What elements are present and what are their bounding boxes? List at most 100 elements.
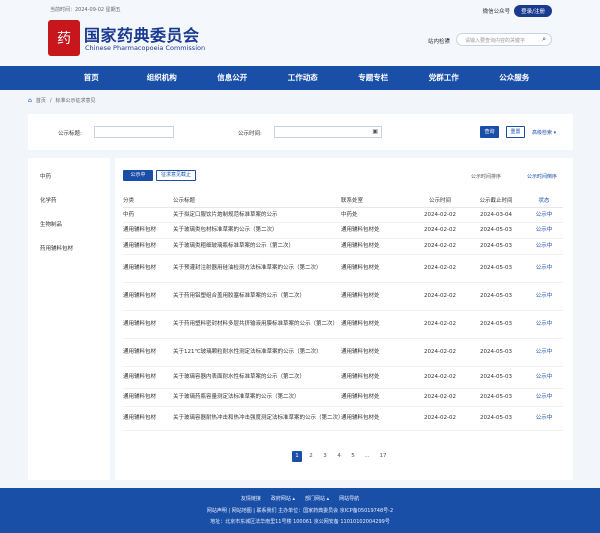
row-title[interactable]: 关于药用铝塑组合盖用胶塞标准草案的公示（第二次） xyxy=(173,282,341,311)
row-status[interactable]: 公示中 xyxy=(525,338,563,367)
column-header-deadline[interactable]: 公示截止时间 xyxy=(467,193,525,208)
nav-work-news[interactable]: 工作动态 xyxy=(268,66,339,90)
page-3[interactable]: 3 xyxy=(320,451,330,462)
page-5[interactable]: 5 xyxy=(348,451,358,462)
calendar-icon[interactable]: ▣ xyxy=(372,128,378,135)
column-header-title[interactable]: 公示标题 xyxy=(173,193,341,208)
nav-special-topics[interactable]: 专题专栏 xyxy=(338,66,409,90)
sidebar-item-biologics[interactable]: 生物制品 xyxy=(40,220,62,228)
site-search-input[interactable]: 请输入要查询内容的关键字 ⌕ xyxy=(456,33,552,46)
row-title[interactable]: 关于121℃玻璃颗粒耐水性测定法标准草案的公示（第二次） xyxy=(173,338,341,367)
wechat-public-account-link[interactable]: 微信公众号 xyxy=(483,7,511,15)
row-status[interactable]: 公示中 xyxy=(525,238,563,255)
row-title[interactable]: 关于玻璃类包材标准草案的公示（第二次） xyxy=(173,222,341,239)
query-button[interactable]: 查询 xyxy=(480,126,499,138)
sidebar-item-chemical[interactable]: 化学药 xyxy=(40,196,57,204)
table-row[interactable]: 中药 关于拟定口服饮片炮制规范标准草案的公示 中药处 2024-02-02 2024-0… xyxy=(123,207,563,223)
row-publish-date: 2024-02-02 xyxy=(413,282,467,311)
sort-by-deadline[interactable]: 公示时间倒序 xyxy=(527,173,557,180)
reset-button[interactable]: 重置 xyxy=(506,126,525,138)
row-title[interactable]: 关于拟定口服饮片炮制规范标准草案的公示 xyxy=(173,207,341,223)
time-filter-input[interactable]: ▣ xyxy=(274,126,382,138)
row-publish-date: 2024-02-02 xyxy=(413,222,467,239)
tab-in-publicity[interactable]: 公示中 xyxy=(123,170,153,181)
row-title[interactable]: 关于玻璃容器内表面耐水性标准草案的公示（第二次） xyxy=(173,366,341,389)
row-publish-date: 2024-02-02 xyxy=(413,366,467,389)
row-office: 中药处 xyxy=(341,207,413,223)
row-publish-date: 2024-02-02 xyxy=(413,388,467,407)
sort-by-time[interactable]: 公示时间排序 xyxy=(471,173,501,180)
row-publish-date: 2024-02-02 xyxy=(413,207,467,223)
footer-info-line: 网站声明 | 网站地图 | 联系我们 主办单位：国家药典委员会 京ICP备050… xyxy=(206,508,394,514)
title-filter-label: 公示标题: xyxy=(58,131,82,137)
row-category: 通用辅料包材 xyxy=(123,388,173,407)
row-category: 通用辅料包材 xyxy=(123,238,173,255)
table-row[interactable]: 通用辅料包材 关于药用铝塑组合盖用胶塞标准草案的公示（第二次） 通用辅料包材处 202… xyxy=(123,282,563,311)
breadcrumb-home[interactable]: 首页 xyxy=(36,97,46,104)
table-row[interactable]: 通用辅料包材 关于玻璃容器耐热冲击和热冲击强度测定法标准草案的公示（第二次） 通用辅… xyxy=(123,406,563,431)
row-status[interactable]: 公示中 xyxy=(525,406,563,431)
footer-link-gov-sites[interactable]: 政府网站 ▴ xyxy=(271,495,295,502)
time-filter-label: 公示时间: xyxy=(238,131,262,137)
table-row[interactable]: 通用辅料包材 关于玻璃容器内表面耐水性标准草案的公示（第二次） 通用辅料包材处 202… xyxy=(123,366,563,389)
footer-link-dept-sites[interactable]: 部门网站 ▴ xyxy=(305,495,329,502)
nav-info-disclosure[interactable]: 信息公开 xyxy=(197,66,268,90)
site-footer: 友情链接 政府网站 ▴ 部门网站 ▴ 网站导航 网站声明 | 网站地图 | 联系… xyxy=(0,488,600,533)
nav-party-work[interactable]: 党群工作 xyxy=(409,66,480,90)
column-header-status[interactable]: 状态 xyxy=(525,193,563,208)
table-row[interactable]: 通用辅料包材 关于121℃玻璃颗粒耐水性测定法标准草案的公示（第二次） 通用辅料包材… xyxy=(123,338,563,367)
login-button[interactable]: 登录/注册 xyxy=(514,5,552,17)
nav-public-service[interactable]: 公众服务 xyxy=(479,66,550,90)
row-title[interactable]: 关于预灌封注射器用硅油检测方法标准草案的公示（第二次） xyxy=(173,254,341,283)
nav-organization[interactable]: 组织机构 xyxy=(127,66,198,90)
breadcrumb: ⌂ 首页 / 标准公示征求意见 xyxy=(28,97,96,104)
row-deadline: 2024-03-04 xyxy=(467,207,525,223)
footer-link-site-nav[interactable]: 网站导航 xyxy=(339,495,359,502)
row-status[interactable]: 公示中 xyxy=(525,282,563,311)
logo-chinese-name[interactable]: 国家药典委员会 xyxy=(84,22,200,46)
advanced-search-toggle[interactable]: 高级检索 ▾ xyxy=(532,129,556,136)
main-nav: 首页 组织机构 信息公开 工作动态 专题专栏 党群工作 公众服务 xyxy=(0,66,600,90)
page-1[interactable]: 1 xyxy=(292,451,302,462)
column-header-publish-date[interactable]: 公示时间 xyxy=(413,193,467,208)
row-deadline: 2024-05-03 xyxy=(467,406,525,431)
row-title[interactable]: 关于玻璃药瓶容量测定法标准草案的公示（第二次） xyxy=(173,388,341,407)
page-last[interactable]: 17 xyxy=(376,451,390,462)
search-icon[interactable]: ⌕ xyxy=(542,35,546,44)
row-title[interactable]: 关于玻璃容器耐热冲击和热冲击强度测定法标准草案的公示（第二次） xyxy=(173,406,344,431)
row-office: 通用辅料包材处 xyxy=(341,388,413,407)
table-row[interactable]: 通用辅料包材 关于玻璃类粗细玻璃瓶标准草案的公示（第二次） 通用辅料包材处 2024-… xyxy=(123,238,563,255)
table-row[interactable]: 通用辅料包材 关于预灌封注射器用硅油检测方法标准草案的公示（第二次） 通用辅料包材处… xyxy=(123,254,563,283)
page-2[interactable]: 2 xyxy=(306,451,316,462)
sidebar-item-tcm[interactable]: 中药 xyxy=(40,172,51,180)
chevron-down-icon[interactable]: ▾ xyxy=(447,37,450,43)
column-header-office[interactable]: 联系处室 xyxy=(341,193,413,208)
logo-english-name: Chinese Pharmacopoeia Commission xyxy=(85,44,206,52)
table-row[interactable]: 通用辅料包材 关于玻璃药瓶容量测定法标准草案的公示（第二次） 通用辅料包材处 2024… xyxy=(123,388,563,407)
row-status[interactable]: 公示中 xyxy=(525,388,563,407)
home-icon[interactable]: ⌂ xyxy=(28,97,32,104)
page-4[interactable]: 4 xyxy=(334,451,344,462)
sidebar-item-excipients[interactable]: 药用辅料包材 xyxy=(40,244,73,252)
row-category: 通用辅料包材 xyxy=(123,310,173,339)
row-deadline: 2024-05-03 xyxy=(467,338,525,367)
row-status[interactable]: 公示中 xyxy=(525,222,563,239)
tab-comment-closed[interactable]: 征求意见截止 xyxy=(156,170,196,181)
nav-home[interactable]: 首页 xyxy=(56,66,127,90)
row-publish-date: 2024-02-02 xyxy=(413,238,467,255)
row-deadline: 2024-05-03 xyxy=(467,388,525,407)
table-header-row: 分类 公示标题 联系处室 公示时间 公示截止时间 状态 xyxy=(123,193,563,208)
row-status[interactable]: 公示中 xyxy=(525,254,563,283)
row-status[interactable]: 公示中 xyxy=(525,310,563,339)
footer-link-friends[interactable]: 友情链接 xyxy=(241,495,261,502)
title-filter-input[interactable] xyxy=(94,126,174,138)
table-row[interactable]: 通用辅料包材 关于药用塑料密封材料多层共挤输液用膜标准草案的公示（第二次） 通用辅料… xyxy=(123,310,563,339)
row-title[interactable]: 关于玻璃类粗细玻璃瓶标准草案的公示（第二次） xyxy=(173,238,341,255)
table-row[interactable]: 通用辅料包材 关于玻璃类包材标准草案的公示（第二次） 通用辅料包材处 2024-02-… xyxy=(123,222,563,239)
column-header-category[interactable]: 分类 xyxy=(123,193,173,208)
row-title[interactable]: 关于药用塑料密封材料多层共挤输液用膜标准草案的公示（第二次） xyxy=(173,310,341,339)
row-status[interactable]: 公示中 xyxy=(525,207,563,223)
row-publish-date: 2024-02-02 xyxy=(413,338,467,367)
logo-seal-icon[interactable]: 药 xyxy=(48,20,80,56)
row-status[interactable]: 公示中 xyxy=(525,366,563,389)
